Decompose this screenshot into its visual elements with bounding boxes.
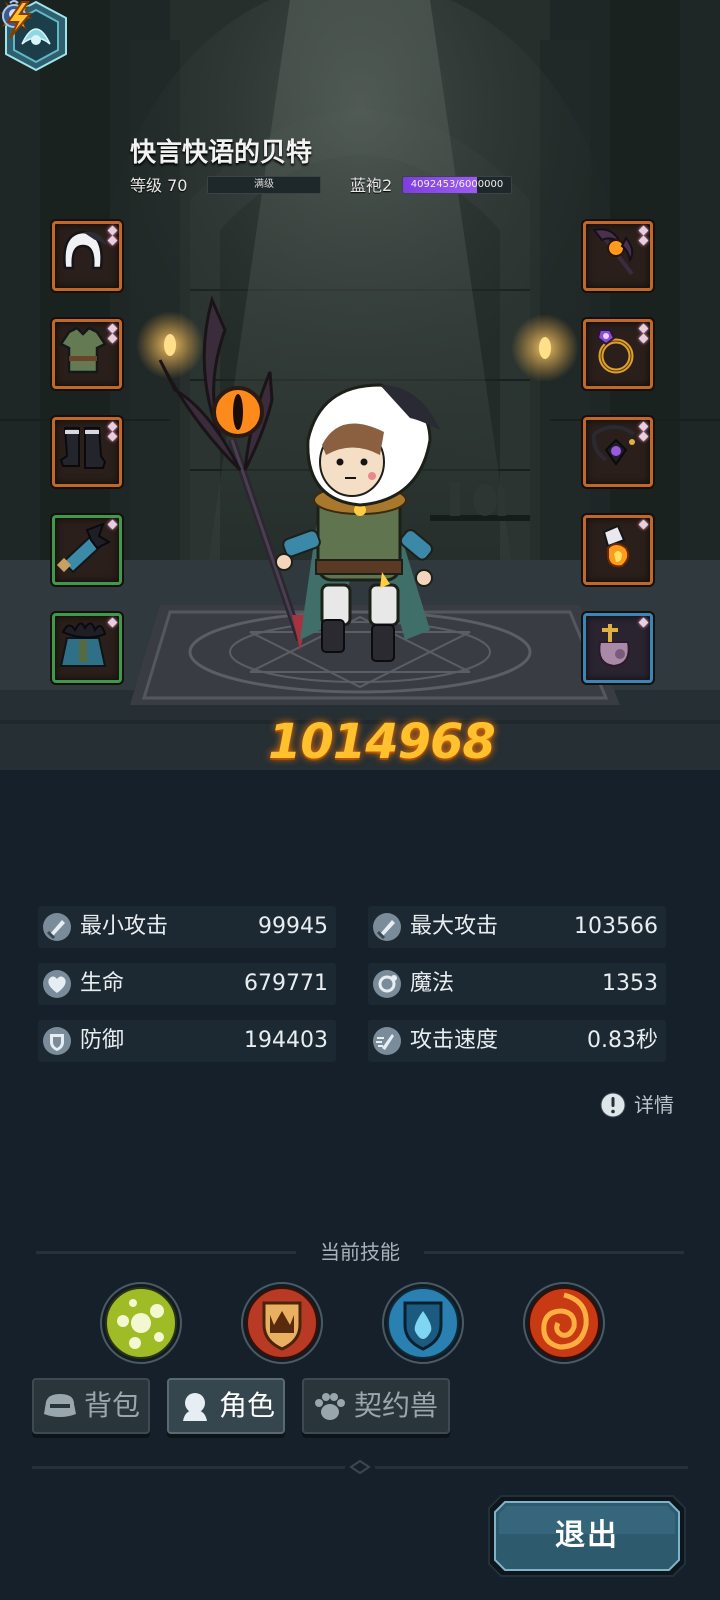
staff-icon	[592, 228, 634, 276]
exit-button[interactable]: 退出	[487, 1494, 687, 1578]
rank-progress-bar: 4092453/6000000	[402, 176, 512, 194]
stat-min-attack: 最小攻击 99945	[38, 906, 336, 948]
crown-shield-skill-icon[interactable]	[240, 1281, 324, 1365]
character-icon	[183, 1393, 207, 1421]
stat-max-attack: 最大攻击 103566	[368, 906, 666, 948]
stat-health: 生命 679771	[38, 963, 336, 1005]
player-name: 快言快语的贝特	[130, 138, 313, 168]
sword-icon	[43, 913, 71, 941]
boots-icon	[59, 427, 107, 469]
equip-slot-fire-gem[interactable]	[583, 515, 653, 585]
ring-icon	[596, 329, 634, 374]
hood-icon	[63, 230, 107, 270]
equip-slot-bracer[interactable]	[52, 515, 122, 585]
equip-slot-hood[interactable]	[52, 221, 122, 291]
combat-power-value: 1014968	[268, 714, 496, 770]
relic-pouch-icon	[598, 624, 630, 668]
tunic-icon	[59, 326, 107, 374]
paw-icon	[315, 1393, 345, 1420]
equip-slot-amulet[interactable]	[583, 417, 653, 487]
rank-label: 蓝袍2	[350, 176, 393, 195]
level-bar-text: 满级	[254, 179, 274, 190]
stat-defense: 防御 194403	[38, 1020, 336, 1062]
equip-slot-ring[interactable]	[583, 319, 653, 389]
tab-contract-beast[interactable]: 契约兽	[302, 1378, 450, 1434]
bracer-icon	[56, 522, 111, 574]
green-orbs-skill-icon[interactable]	[99, 1281, 183, 1365]
equip-slot-boots[interactable]	[52, 417, 122, 487]
equip-slot-tunic[interactable]	[52, 319, 122, 389]
tab-character[interactable]: 角色	[167, 1378, 285, 1434]
stat-magic: 魔法 1353	[368, 963, 666, 1005]
equip-slot-pet-relic[interactable]	[583, 613, 653, 683]
water-shield-skill-icon[interactable]	[381, 1281, 465, 1365]
skills-header: 当前技能	[36, 1236, 684, 1268]
level-progress-bar: 满级	[207, 176, 321, 194]
stat-attack-speed: 攻击速度 0.83秒	[368, 1020, 666, 1062]
magic-orb-icon	[373, 970, 401, 998]
cloak-icon	[59, 622, 107, 667]
rank-progress-text: 4092453/6000000	[410, 179, 504, 190]
equip-slot-cloak[interactable]	[52, 613, 122, 683]
divider-ornament-icon	[345, 1459, 375, 1475]
shield-icon	[43, 1027, 71, 1055]
equip-slot-staff[interactable]	[583, 221, 653, 291]
sword-icon	[373, 913, 401, 941]
tab-backpack[interactable]: 背包	[32, 1378, 150, 1434]
staff-weapon	[158, 295, 308, 650]
level-label: 等级 70	[130, 176, 188, 195]
bag-icon	[44, 1394, 76, 1417]
speed-icon	[373, 1027, 401, 1055]
fire-swirl-skill-icon[interactable]	[522, 1281, 606, 1365]
heart-icon	[43, 970, 71, 998]
amulet-icon	[591, 425, 636, 466]
character-screen: 快言快语的贝特 等级 70 满级 蓝袍2 4092453/6000000 101…	[0, 0, 720, 1600]
fire-gem-icon	[602, 524, 630, 568]
skills-title: 当前技能	[320, 1240, 400, 1264]
exclamation-icon	[600, 1092, 626, 1118]
power-icon	[6, 1, 33, 39]
character-scene: 快言快语的贝特 等级 70 满级 蓝袍2 4092453/6000000 101…	[0, 0, 720, 770]
